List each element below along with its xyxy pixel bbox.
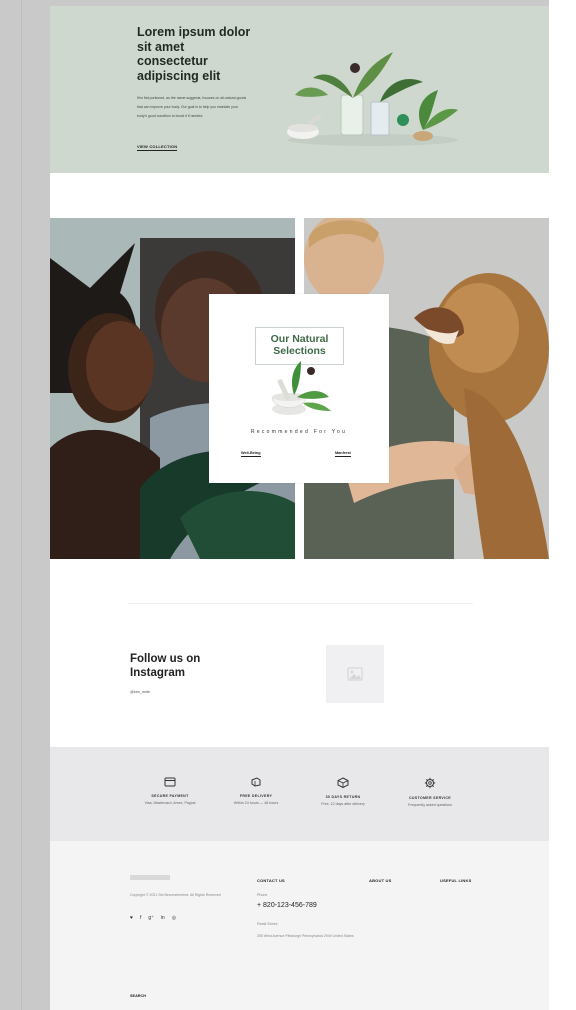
section-divider: [128, 603, 473, 604]
social-linkedin-icon[interactable]: in: [161, 915, 165, 921]
about-us-heading[interactable]: ABOUT US: [369, 878, 392, 883]
instagram-placeholder-image[interactable]: [326, 645, 384, 703]
phone-label: Phone: [257, 893, 268, 897]
feature-customer-service: CUSTOMER SERVICE Frequently asked questi…: [385, 777, 475, 807]
features-strip: SECURE PAYMENT Visa, Mastercard, Amex, P…: [50, 747, 549, 841]
copyright-text: Copyright © 2021 Set Becomehnered. All R…: [130, 893, 221, 897]
promo-subtitle: Recommended For You: [250, 429, 348, 435]
feature-title: SECURE PAYMENT: [151, 794, 189, 798]
natural-selections-card: Our Natural Selections Recommended For Y…: [209, 294, 389, 483]
feature-title: CUSTOMER SERVICE: [408, 796, 451, 800]
instagram-title: Follow us on Instagram: [130, 653, 201, 679]
hero-banner: Lorem ipsum dolor sit amet consectetur a…: [50, 6, 549, 173]
social-twitter-icon[interactable]: ♥: [130, 915, 133, 921]
feature-subtitle: Visa, Mastercard, Amex, Paypal: [144, 801, 196, 805]
social-instagram-icon[interactable]: ◎: [172, 915, 176, 921]
page: Lorem ipsum dolor sit amet consectetur a…: [50, 6, 549, 1010]
phone-number[interactable]: + 820-123-456-789: [257, 902, 317, 909]
feature-subtitle: Frequently asked questions: [408, 803, 452, 807]
social-google-plus-icon[interactable]: g⁺: [148, 915, 153, 921]
site-footer: Copyright © 2021 Set Becomehnered. All R…: [50, 841, 549, 1010]
promo-title: Our Natural Selections: [270, 333, 329, 357]
feature-subtitle: Within 24 hours — 48 hours: [233, 801, 279, 805]
feature-title: 30 DAYS RETURN: [325, 795, 361, 799]
feature-secure-payment: SECURE PAYMENT Visa, Mastercard, Amex, P…: [125, 777, 215, 805]
well-being-link[interactable]: Well-Being: [241, 451, 261, 457]
scrollbar-gutter: [549, 0, 576, 1010]
feature-free-delivery: FREE DELIVERY Within 24 hours — 48 hours: [211, 777, 301, 805]
social-facebook-icon[interactable]: f: [140, 915, 141, 921]
delivery-icon: [251, 777, 261, 787]
page-edge: [21, 0, 22, 1010]
hero-title: Lorem ipsum dolor sit amet consectetur a…: [137, 25, 251, 83]
contact-us-heading: CONTACT US: [257, 878, 285, 883]
hero-text: Kim flat portioned, as the name suggests…: [137, 96, 247, 118]
footer-logo[interactable]: [130, 875, 170, 880]
social-links: ♥ f g⁺ in ◎: [130, 915, 176, 921]
mortar-herbs-illustration: [271, 361, 331, 415]
plants-illustration: [287, 52, 458, 146]
useful-links-heading[interactable]: USEFUL LINKS: [440, 878, 471, 883]
retail-stores-label: Retail Stores: [257, 922, 278, 926]
footer-search-link[interactable]: SEARCH: [130, 994, 146, 998]
feature-subtitle: Free, 12 days after delivery: [321, 802, 365, 806]
image-placeholder-icon: [347, 667, 363, 681]
feature-returns: 30 DAYS RETURN Free, 12 days after deliv…: [298, 777, 388, 806]
feature-title: FREE DELIVERY: [239, 794, 273, 798]
gear-icon: [424, 777, 436, 789]
view-collection-link[interactable]: VIEW COLLECTION: [137, 144, 178, 151]
box-icon: [337, 777, 349, 788]
manfrest-link[interactable]: Manfrest: [335, 451, 351, 457]
credit-card-icon: [164, 777, 176, 787]
store-address: 255 West Avenue Pittsburgh Pennsylvania …: [257, 934, 354, 938]
instagram-handle-link[interactable]: @kim_mide: [130, 690, 150, 694]
